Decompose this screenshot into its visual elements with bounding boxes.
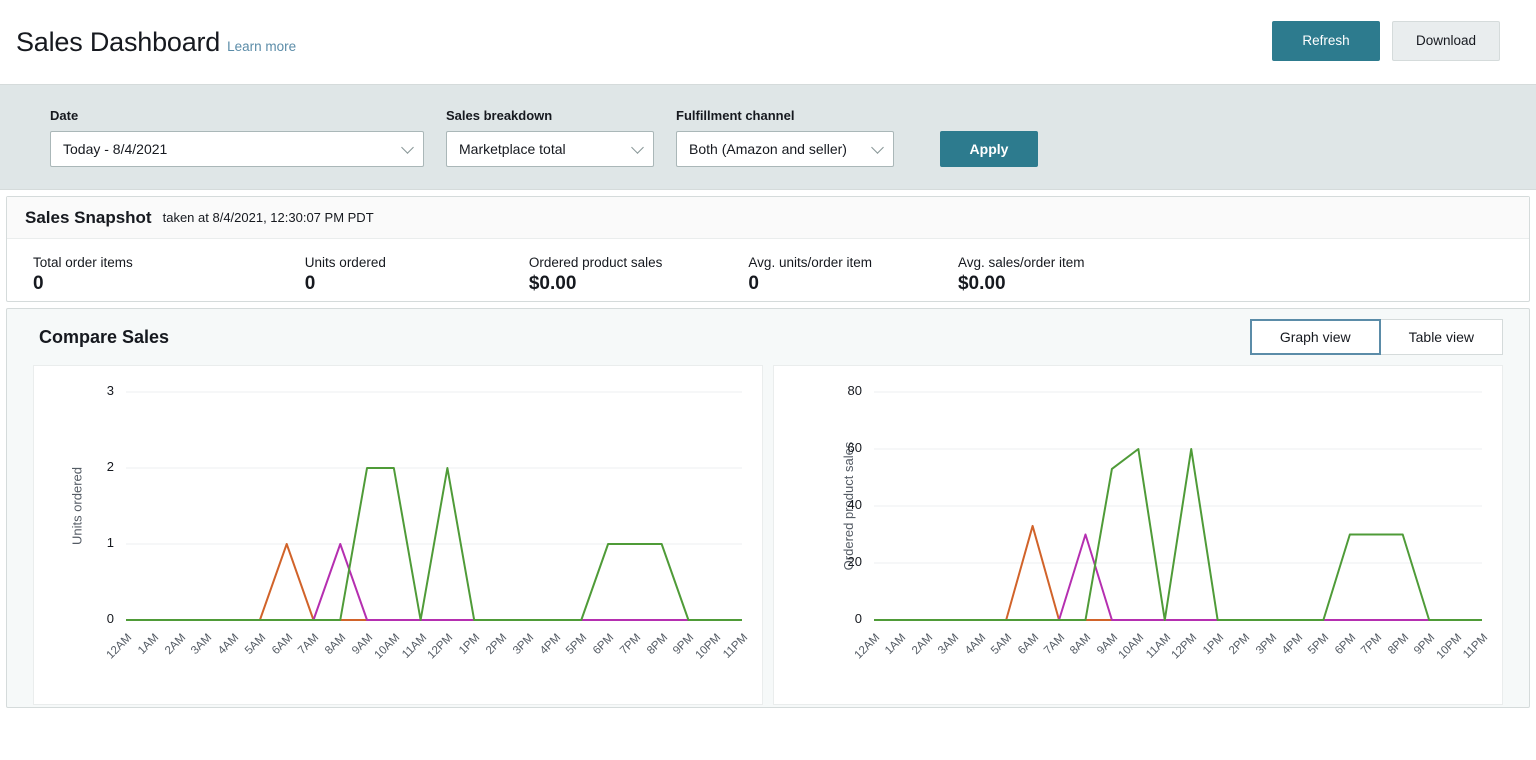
series-magenta (126, 544, 742, 620)
series-magenta (874, 535, 1482, 621)
metric-label: Ordered product sales (529, 255, 663, 270)
y-axis-tick: 0 (74, 611, 114, 626)
metric-value: $0.00 (529, 273, 663, 295)
chevron-down-icon (401, 141, 414, 154)
units-ordered-chart: Units ordered012312AM1AM2AM3AM4AM5AM6AM7… (33, 365, 763, 705)
y-axis-tick: 2 (74, 459, 114, 474)
y-axis-tick: 20 (822, 554, 862, 569)
tab-graph-view[interactable]: Graph view (1250, 319, 1381, 355)
header-actions: Refresh Download (1272, 21, 1500, 61)
chevron-down-icon (871, 141, 884, 154)
sales-snapshot-title: Sales Snapshot (25, 208, 152, 228)
date-label: Date (50, 108, 424, 123)
tab-table-view[interactable]: Table view (1380, 319, 1503, 355)
compare-sales-title: Compare Sales (39, 327, 169, 348)
channel-select-value: Both (Amazon and seller) (689, 141, 847, 157)
date-select[interactable]: Today - 8/4/2021 (50, 131, 424, 167)
breakdown-field: Sales breakdown Marketplace total (446, 108, 654, 167)
ordered-product-sales-chart: Ordered product sales02040608012AM1AM2AM… (773, 365, 1503, 705)
date-field: Date Today - 8/4/2021 (50, 108, 424, 167)
channel-select[interactable]: Both (Amazon and seller) (676, 131, 894, 167)
channel-label: Fulfillment channel (676, 108, 894, 123)
metric-label: Avg. units/order item (748, 255, 872, 270)
metrics-row: Total order items 0 Units ordered 0 Orde… (7, 239, 1529, 301)
breakdown-select-value: Marketplace total (459, 141, 566, 157)
compare-sales-header: Compare Sales Graph view Table view (7, 309, 1529, 365)
apply-button[interactable]: Apply (940, 131, 1038, 167)
metric-label: Avg. sales/order item (958, 255, 1085, 270)
y-axis-tick: 0 (822, 611, 862, 626)
y-axis-tick: 80 (822, 383, 862, 398)
sales-snapshot-header: Sales Snapshot taken at 8/4/2021, 12:30:… (7, 197, 1529, 239)
metric-avg-units-per-order-item: Avg. units/order item 0 (748, 255, 872, 287)
y-axis-tick: 40 (822, 497, 862, 512)
breakdown-select[interactable]: Marketplace total (446, 131, 654, 167)
metric-value: $0.00 (958, 273, 1085, 295)
metric-total-order-items: Total order items 0 (33, 255, 133, 287)
chevron-down-icon (631, 141, 644, 154)
refresh-button[interactable]: Refresh (1272, 21, 1380, 61)
view-toggle: Graph view Table view (1250, 319, 1503, 355)
download-button[interactable]: Download (1392, 21, 1500, 61)
y-axis-tick: 60 (822, 440, 862, 455)
metric-label: Units ordered (305, 255, 386, 270)
metric-value: 0 (748, 273, 872, 295)
page-header: Sales Dashboard Learn more Refresh Downl… (0, 0, 1536, 84)
date-select-value: Today - 8/4/2021 (63, 141, 167, 157)
y-axis-tick: 1 (74, 535, 114, 550)
metric-value: 0 (33, 273, 133, 295)
series-orange (126, 544, 742, 620)
y-axis-tick: 3 (74, 383, 114, 398)
metric-value: 0 (305, 273, 386, 295)
breakdown-label: Sales breakdown (446, 108, 654, 123)
metric-units-ordered: Units ordered 0 (305, 255, 386, 287)
metric-ordered-product-sales: Ordered product sales $0.00 (529, 255, 663, 287)
y-axis-label: Units ordered (70, 467, 85, 545)
channel-field: Fulfillment channel Both (Amazon and sel… (676, 108, 894, 167)
compare-sales-card: Compare Sales Graph view Table view Unit… (6, 308, 1530, 708)
metric-avg-sales-per-order-item: Avg. sales/order item $0.00 (958, 255, 1085, 287)
metric-label: Total order items (33, 255, 133, 270)
series-green (874, 449, 1482, 620)
sales-snapshot-timestamp: taken at 8/4/2021, 12:30:07 PM PDT (163, 210, 374, 225)
title-wrap: Sales Dashboard Learn more (16, 27, 296, 58)
charts-row: Units ordered012312AM1AM2AM3AM4AM5AM6AM7… (7, 365, 1529, 705)
sales-snapshot-card: Sales Snapshot taken at 8/4/2021, 12:30:… (6, 196, 1530, 302)
learn-more-link[interactable]: Learn more (227, 39, 296, 54)
page-title: Sales Dashboard (16, 27, 220, 58)
filter-bar: Date Today - 8/4/2021 Sales breakdown Ma… (0, 84, 1536, 190)
